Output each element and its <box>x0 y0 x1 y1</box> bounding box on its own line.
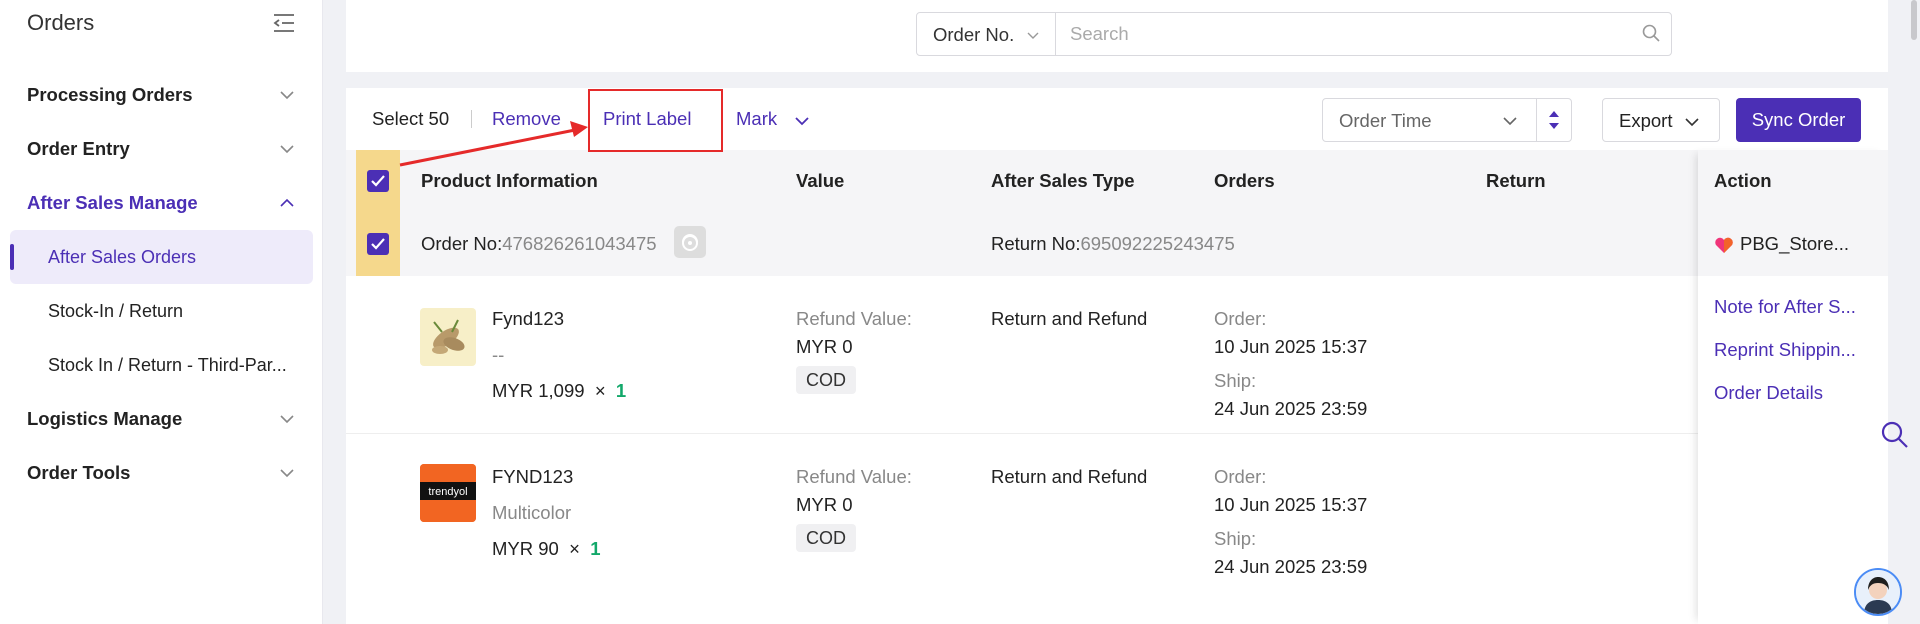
page-scrollbar[interactable] <box>1908 0 1920 624</box>
agent-avatar-icon <box>1856 570 1900 614</box>
scrollbar-thumb[interactable] <box>1911 0 1917 40</box>
support-avatar[interactable] <box>1854 568 1902 616</box>
annotation-arrow <box>399 121 588 167</box>
floating-search-icon[interactable] <box>1880 420 1910 450</box>
